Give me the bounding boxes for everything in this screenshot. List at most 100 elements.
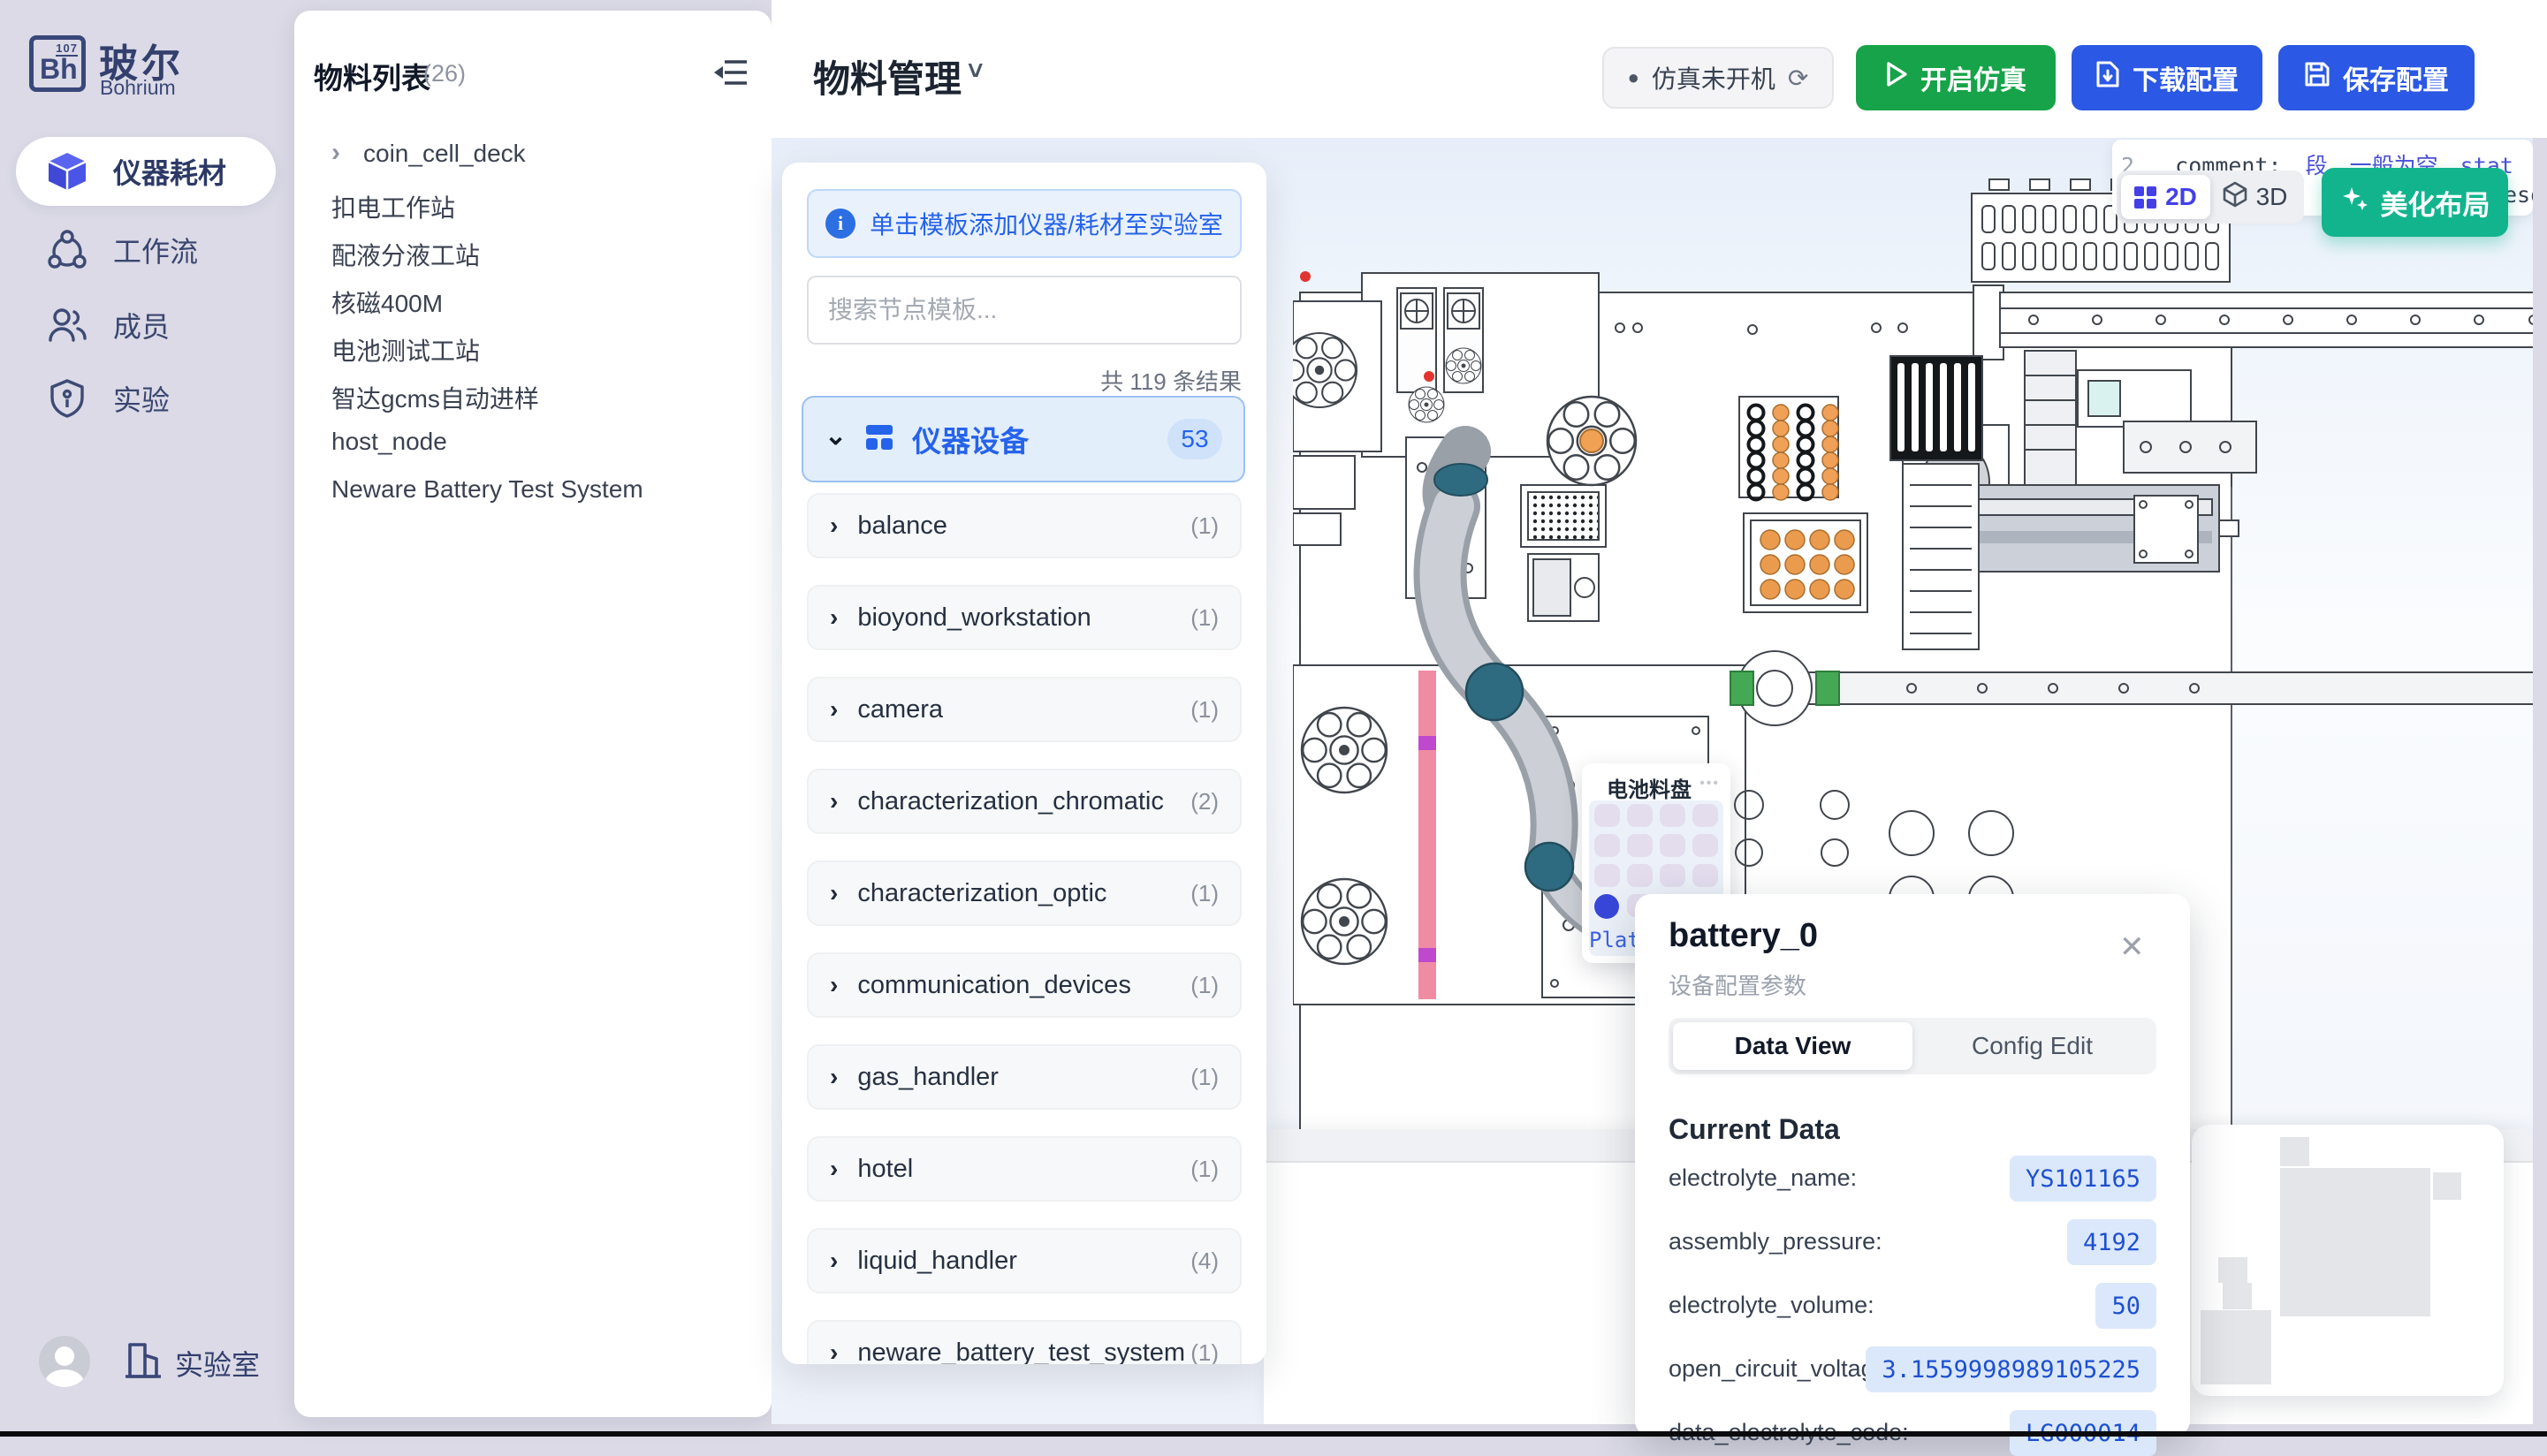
view-mode-toggle: 2D 3D (2117, 171, 2304, 224)
data-row: open_circuit_voltage: 3.1559998989105225 (1669, 1346, 2156, 1392)
experiment-icon (46, 377, 88, 420)
template-item-name: gas_handler (857, 1063, 1171, 1092)
material-item-coin-cell-deck[interactable]: › coin_cell_deck (294, 134, 772, 177)
material-item[interactable]: 扣电工作站 (294, 184, 772, 226)
chevron-right-icon[interactable]: › (331, 138, 340, 168)
material-item[interactable]: Neware Battery Test System (294, 470, 772, 512)
beautify-layout-label: 美化布局 (2381, 183, 2490, 223)
sidebar-item-workflow[interactable]: 工作流 (16, 223, 276, 277)
banner-text: 单击模板添加仪器/耗材至实验室 (870, 206, 1223, 241)
tray-slot[interactable] (1627, 864, 1653, 887)
material-item[interactable]: host_node (294, 422, 772, 465)
template-item-count: (2) (1190, 788, 1219, 815)
workflow-icon (46, 229, 88, 271)
user-avatar[interactable] (39, 1336, 90, 1387)
toggle-3d[interactable]: 3D (2210, 175, 2300, 219)
group-instruments[interactable]: ⌄ 仪器设备 53 (802, 396, 1245, 482)
layout-grid-icon (864, 423, 894, 456)
sidebar-item-experiments[interactable]: 实验 (16, 371, 276, 426)
tray-slot[interactable] (1692, 864, 1718, 887)
material-item[interactable]: 核磁400M (294, 279, 772, 322)
template-item-liquid-handler[interactable]: › liquid_handler (4) (807, 1228, 1242, 1293)
material-list-title: 物料列表 (314, 55, 430, 97)
data-row: electrolyte_volume: 50 (1669, 1283, 2156, 1329)
save-config-button[interactable]: 保存配置 (2278, 45, 2475, 110)
logo-subtitle: Bohrium (100, 76, 176, 100)
members-icon (46, 304, 88, 346)
tab-label: Data View (1735, 1032, 1851, 1060)
tray-slot[interactable] (1627, 834, 1653, 857)
field-label: open_circuit_voltage: (1669, 1355, 1894, 1383)
page-title[interactable]: 物料管理 (813, 49, 962, 103)
template-item-name: bioyond_workstation (857, 603, 1171, 633)
template-item-characterization-chromatic[interactable]: › characterization_chromatic (2) (807, 769, 1242, 834)
popup-title: battery_0 (1669, 917, 1818, 955)
template-panel: i 单击模板添加仪器/耗材至实验室 共 119 条结果 ⌄ 仪器设备 53 › … (782, 163, 1266, 1364)
tray-slot[interactable] (1692, 804, 1718, 827)
close-icon[interactable]: ✕ (2119, 929, 2145, 965)
tray-slot[interactable] (1594, 804, 1620, 827)
2d-grid-icon (2134, 186, 2156, 209)
simulation-status-pill[interactable]: ● 仿真未开机 ⟳ (1602, 47, 1834, 109)
template-item-gas-handler[interactable]: › gas_handler (1) (807, 1044, 1242, 1110)
chevron-right-icon: › (830, 787, 838, 815)
sidebar-item-laboratory[interactable]: 实验室 (124, 1339, 260, 1386)
template-item-name: balance (857, 512, 1171, 541)
tray-slot[interactable] (1660, 834, 1685, 857)
logo-symbol: Bh (40, 53, 78, 86)
start-simulation-button[interactable]: 开启仿真 (1856, 45, 2056, 110)
tray-slot-selected[interactable] (1594, 894, 1619, 919)
battery-config-popup: battery_0 ✕ 设备配置参数 Data View Config Edit… (1635, 894, 2190, 1437)
beautify-layout-button[interactable]: 美化布局 (2322, 168, 2508, 237)
chevron-right-icon: › (830, 1247, 838, 1275)
material-item-label: 核磁400M (331, 284, 443, 320)
template-item-bioyond-workstation[interactable]: › bioyond_workstation (1) (807, 585, 1242, 650)
status-label: 仿真未开机 (1652, 60, 1775, 95)
play-icon (1885, 61, 1908, 95)
download-config-button[interactable]: 下载配置 (2072, 45, 2262, 110)
tray-slot[interactable] (1627, 804, 1653, 827)
material-item[interactable]: 配液分液工站 (294, 231, 772, 274)
material-item[interactable]: 智达gcms自动进样 (294, 375, 772, 417)
template-item-hotel[interactable]: › hotel (1) (807, 1136, 1242, 1202)
toggle-2d[interactable]: 2D (2121, 175, 2210, 219)
template-item-characterization-optic[interactable]: › characterization_optic (1) (807, 861, 1242, 926)
chevron-right-icon: › (830, 512, 838, 540)
tray-slot[interactable] (1594, 834, 1620, 857)
sidebar-item-label: 成员 (113, 305, 170, 345)
status-dot-icon: ● (1628, 66, 1639, 89)
tray-slot[interactable] (1660, 864, 1685, 887)
template-item-count: (1) (1190, 1064, 1219, 1091)
group-label: 仪器设备 (912, 418, 1150, 460)
tray-slot[interactable] (1594, 864, 1620, 887)
minimap[interactable] (2192, 1125, 2504, 1396)
template-item-camera[interactable]: › camera (1) (807, 677, 1242, 742)
template-item-communication-devices[interactable]: › communication_devices (1) (807, 952, 1242, 1018)
chevron-down-icon[interactable]: ˅ (968, 57, 984, 87)
sidebar-item-label: 工作流 (113, 230, 198, 270)
tab-data-view[interactable]: Data View (1673, 1022, 1912, 1070)
material-item-label: Neware Battery Test System (331, 475, 643, 504)
search-input[interactable] (807, 276, 1242, 345)
sidebar-item-label: 实验 (113, 378, 170, 419)
template-item-neware-battery-test-system[interactable]: › neware_battery_test_system (1) (807, 1320, 1242, 1364)
refresh-icon[interactable]: ⟳ (1788, 64, 1808, 93)
material-item-label: coin_cell_deck (363, 140, 526, 168)
tray-slot[interactable] (1692, 834, 1718, 857)
template-item-count: (1) (1190, 604, 1219, 632)
collapse-panel-icon[interactable] (713, 57, 749, 88)
tray-slot[interactable] (1660, 804, 1685, 827)
sidebar-item-members[interactable]: 成员 (16, 298, 276, 353)
sidebar-item-instruments[interactable]: 仪器耗材 (16, 137, 276, 206)
field-value: 3.1559998989105225 (1866, 1346, 2156, 1392)
template-item-balance[interactable]: › balance (1) (807, 493, 1242, 558)
sparkles-icon (2340, 184, 2370, 221)
tab-label: Config Edit (1972, 1032, 2093, 1060)
tab-config-edit[interactable]: Config Edit (1912, 1022, 2152, 1070)
download-config-label: 下载配置 (2133, 58, 2239, 97)
material-list-count: (26) (423, 60, 466, 87)
material-item[interactable]: 电池测试工站 (294, 327, 772, 369)
field-label: assembly_pressure: (1669, 1228, 1882, 1255)
popup-tabs: Data View Config Edit (1669, 1018, 2156, 1074)
more-options-icon[interactable]: ••• (1699, 776, 1720, 792)
